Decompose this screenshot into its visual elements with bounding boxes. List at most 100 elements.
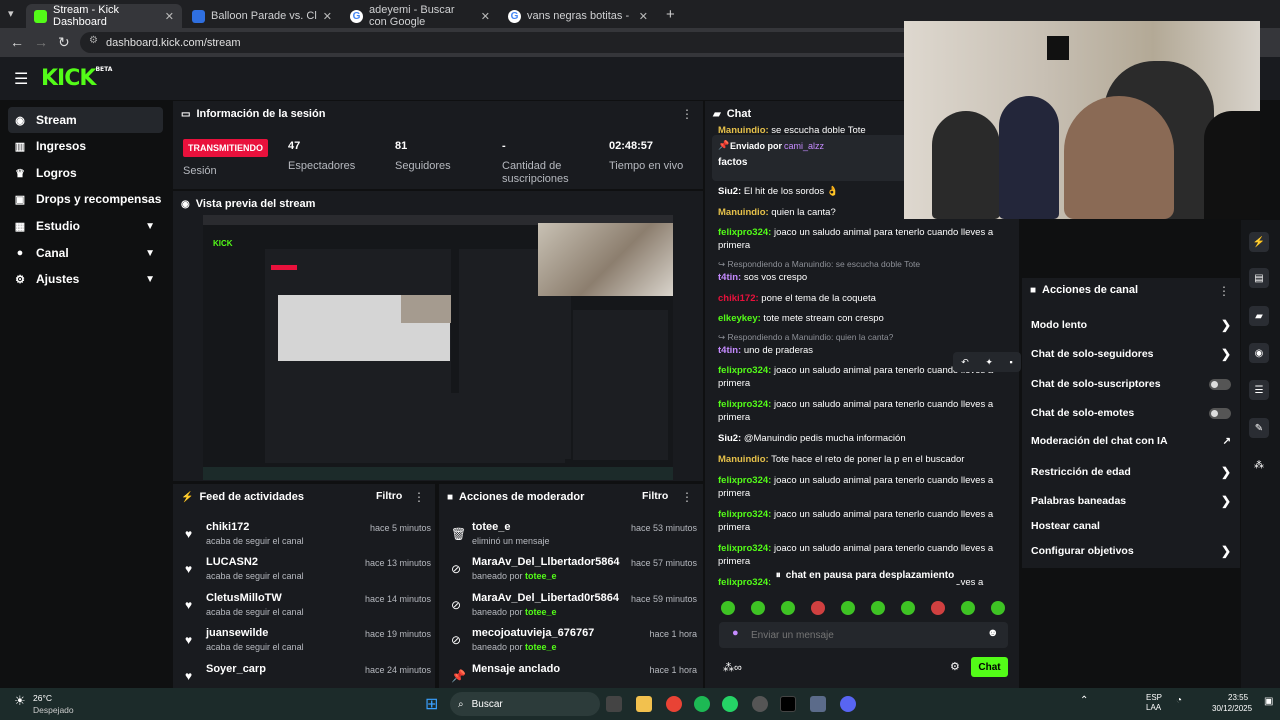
browser-tab[interactable]: G vans negras botitas - Buscar co ✕ [500, 4, 656, 28]
url-input[interactable]: ⚙ dashboard.kick.com/stream [80, 32, 920, 53]
action-ai-moderation[interactable]: Moderación del chat con IA ↗ [1031, 431, 1231, 451]
action-subs-only[interactable]: Chat de solo-suscriptores [1031, 374, 1231, 394]
sidebar-item-canal[interactable]: ● Canal ▼ [8, 240, 163, 266]
sidebar-item-estudio[interactable]: ▦ Estudio ▼ [8, 213, 163, 239]
action-goals[interactable]: Configurar objetivos ❯ [1031, 541, 1231, 561]
chat-username[interactable]: chiki172: [718, 293, 759, 304]
weather-text[interactable]: Despejado [33, 705, 74, 715]
back-icon[interactable]: ← [10, 34, 24, 50]
close-icon[interactable]: ✕ [481, 10, 490, 23]
site-info-icon[interactable]: ⚙ [89, 35, 98, 46]
chat-bubble-icon[interactable]: ▰ [1249, 306, 1269, 326]
emote-icon[interactable] [751, 601, 765, 615]
tray-chevron-icon[interactable]: ⌃ [1080, 695, 1088, 706]
chat-username[interactable]: felixpro324: [718, 475, 771, 486]
reply-icon[interactable]: ↶ [961, 357, 969, 368]
list-item[interactable]: ♥ juansewilde acaba de seguir el canal h… [181, 627, 431, 661]
emote-icon[interactable] [871, 601, 885, 615]
community-icon[interactable]: ⁂∞ [723, 661, 742, 674]
action-host-channel[interactable]: Hostear canal [1031, 516, 1231, 536]
chat-username[interactable]: Manuindio: [718, 125, 769, 134]
list-icon[interactable]: ☰ [1249, 380, 1269, 400]
reload-icon[interactable]: ↻ [58, 34, 70, 51]
file-explorer-icon[interactable] [636, 696, 652, 712]
close-icon[interactable]: ✕ [165, 10, 174, 23]
feed-user[interactable]: Soyer_carp [206, 663, 266, 675]
emote-icon[interactable] [991, 601, 1005, 615]
taskbar-search[interactable]: ⌕ Buscar [450, 692, 600, 716]
filter-button[interactable]: Filtro [376, 490, 402, 502]
notification-icon[interactable]: ▣ [1264, 696, 1273, 707]
feed-user[interactable]: CletusMilloTW [206, 592, 282, 604]
weather-temp[interactable]: 26°C [33, 693, 52, 703]
discord-icon[interactable] [840, 696, 856, 712]
list-item[interactable]: ♥ chiki172 acaba de seguir el canal hace… [181, 521, 431, 555]
pinned-message[interactable]: 📌 Enviado por cami_alzz factos [712, 135, 912, 181]
new-tab-icon[interactable]: + [666, 6, 675, 23]
close-icon[interactable]: ✕ [639, 10, 648, 23]
tab-search-icon[interactable]: ▾ [8, 7, 14, 20]
whatsapp-icon[interactable] [722, 696, 738, 712]
emote-icon[interactable] [721, 601, 735, 615]
browser-tab[interactable]: G adeyemi - Buscar con Google ✕ [342, 4, 498, 28]
broadcast-icon[interactable]: ◉ [1249, 343, 1269, 363]
feed-user[interactable]: juansewilde [206, 627, 268, 639]
chat-username[interactable]: felixpro324: [718, 399, 771, 410]
microphone-icon[interactable]: ● [732, 627, 739, 639]
community-icon[interactable]: ⁂ [1249, 455, 1269, 475]
more-options-icon[interactable]: ⋮ [681, 490, 693, 504]
app-icon[interactable] [752, 696, 768, 712]
emote-icon[interactable] [841, 601, 855, 615]
feed-user[interactable]: LUCASN2 [206, 556, 258, 568]
list-item[interactable]: ♥ CletusMilloTW acaba de seguir el canal… [181, 592, 431, 626]
windows-start-icon[interactable]: ⊞ [425, 694, 438, 714]
action-slow-mode[interactable]: Modo lento ❯ [1031, 315, 1231, 335]
sidebar-item-drops[interactable]: ▣ Drops y recompensas [8, 186, 163, 212]
emote-icon[interactable] [781, 601, 795, 615]
mod-target[interactable]: MaraAv_Del_Libertad0r5864 [472, 592, 619, 604]
action-banned-words[interactable]: Palabras baneadas ❯ [1031, 491, 1231, 511]
action-emotes-only[interactable]: Chat de solo-emotes [1031, 403, 1231, 423]
clock-time[interactable]: 23:55 [1228, 693, 1248, 702]
list-item[interactable]: ⊘ mecojoatuvieja_676767 baneado por tote… [447, 627, 697, 661]
chat-username[interactable]: t4tin: [718, 272, 741, 283]
action-age-restriction[interactable]: Restricción de edad ❯ [1031, 462, 1231, 482]
wifi-icon[interactable]: ◔ [1176, 695, 1182, 706]
chat-username[interactable]: Manuindio: [718, 207, 769, 218]
chrome-icon[interactable] [666, 696, 682, 712]
sidebar-item-ajustes[interactable]: ⚙ Ajustes ▼ [8, 266, 163, 292]
chat-username[interactable]: felixpro324: [718, 365, 771, 376]
language-indicator[interactable]: ESP [1146, 693, 1162, 702]
chat-username[interactable]: Siu2: [718, 186, 741, 197]
sidebar-item-logros[interactable]: ♛ Logros [8, 160, 163, 186]
chat-input[interactable]: ● ☻ [719, 622, 1008, 648]
clock-date[interactable]: 30/12/2025 [1212, 704, 1252, 713]
subs-only-toggle[interactable] [1209, 378, 1231, 390]
gear-icon[interactable]: ⚙ [950, 660, 960, 673]
mod-target[interactable]: MaraAv_Del_Llbertador5864 [472, 556, 620, 568]
trash-icon[interactable]: ▪ [1010, 357, 1013, 367]
list-item[interactable]: 🗑 totee_e eliminó un mensaje hace 53 min… [447, 521, 697, 555]
list-item[interactable]: ♥ LUCASN2 acaba de seguir el canal hace … [181, 556, 431, 590]
chat-username[interactable]: elkeykey: [718, 313, 761, 324]
chat-username[interactable]: Siu2: [718, 433, 741, 444]
pin-icon[interactable]: ✦ [985, 357, 993, 368]
book-icon[interactable]: ▤ [1249, 268, 1269, 288]
settings-icon[interactable] [810, 696, 826, 712]
send-chat-button[interactable]: Chat [971, 657, 1008, 677]
pinned-user[interactable]: cami_alzz [784, 141, 824, 151]
bolt-icon[interactable]: ⚡ [1249, 232, 1269, 252]
list-item[interactable]: ⊘ MaraAv_Del_Libertad0r5864 baneado por … [447, 592, 697, 626]
chat-message-field[interactable] [751, 627, 971, 643]
spotify-icon[interactable] [694, 696, 710, 712]
sidebar-item-ingresos[interactable]: ▥ Ingresos [8, 133, 163, 159]
action-followers-only[interactable]: Chat de solo-seguidores ❯ [1031, 344, 1231, 364]
feed-user[interactable]: chiki172 [206, 521, 249, 533]
list-item[interactable]: ♥ Soyer_carp hace 24 minutos [181, 663, 431, 685]
close-icon[interactable]: ✕ [323, 10, 332, 23]
chat-username[interactable]: t4tin: [718, 345, 741, 356]
emotes-only-toggle[interactable] [1209, 407, 1231, 419]
browser-tab[interactable]: Balloon Parade vs. Clash of Cla ✕ [184, 4, 340, 28]
browser-tab[interactable]: Stream - Kick Dashboard ✕ [26, 4, 182, 28]
emote-icon[interactable] [901, 601, 915, 615]
